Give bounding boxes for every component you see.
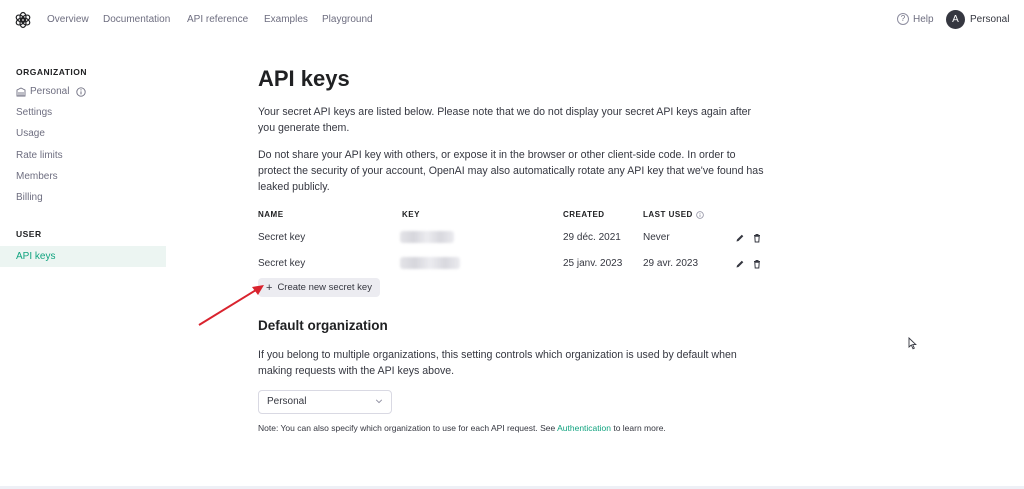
sidebar-item-api-keys[interactable]: API keys — [0, 246, 166, 267]
key-last-used: 29 avr. 2023 — [643, 258, 699, 269]
mouse-cursor-icon — [908, 337, 917, 350]
sidebar-item-rate-limits[interactable]: Rate limits — [16, 150, 63, 161]
nav-link-playground[interactable]: Playground — [322, 14, 373, 25]
pencil-icon[interactable] — [735, 259, 745, 269]
building-icon — [16, 86, 26, 96]
sidebar-item-settings[interactable]: Settings — [16, 107, 52, 118]
default-organization-title: Default organization — [258, 318, 388, 333]
default-organization-description: If you belong to multiple organizations,… — [258, 349, 737, 377]
note-prefix: Note: You can also specify which organiz… — [258, 423, 558, 433]
help-label: Help — [913, 13, 934, 25]
column-header-key: KEY — [402, 210, 420, 219]
nav-link-documentation[interactable]: Documentation — [103, 14, 170, 25]
key-created: 29 déc. 2021 — [563, 232, 621, 243]
pencil-icon[interactable] — [735, 233, 745, 243]
organization-select[interactable]: Personal — [258, 390, 392, 414]
nav-link-examples[interactable]: Examples — [264, 14, 308, 25]
key-name: Secret key — [258, 232, 306, 243]
trash-icon[interactable] — [752, 259, 762, 269]
key-name: Secret key — [258, 258, 306, 269]
help-icon: ? — [897, 13, 909, 25]
sidebar-item-billing[interactable]: Billing — [16, 192, 43, 203]
chevron-down-icon — [375, 399, 383, 404]
help-button[interactable]: ? Help — [897, 13, 934, 25]
intro-paragraph-1: Your secret API keys are listed below. P… — [258, 106, 752, 134]
column-header-name: NAME — [258, 210, 284, 219]
info-icon[interactable] — [76, 86, 87, 97]
create-secret-key-label: Create new secret key — [277, 282, 372, 293]
sidebar-item-usage[interactable]: Usage — [16, 128, 45, 139]
redacted-key — [400, 257, 460, 269]
avatar[interactable]: A — [946, 10, 965, 29]
organization-select-value: Personal — [267, 396, 307, 407]
sidebar-item-personal[interactable]: Personal — [16, 86, 87, 97]
top-navigation: Overview Documentation API reference Exa… — [0, 0, 1024, 40]
create-secret-key-button[interactable]: + Create new secret key — [258, 278, 380, 297]
note-suffix: to learn more. — [610, 423, 666, 433]
nav-link-overview[interactable]: Overview — [47, 14, 89, 25]
column-header-last-used-label: LAST USED — [643, 210, 693, 219]
sidebar-item-label: Personal — [30, 86, 70, 97]
profile-name[interactable]: Personal — [970, 14, 1009, 25]
key-last-used: Never — [643, 232, 670, 243]
column-header-created: CREATED — [563, 210, 605, 219]
column-header-last-used: LAST USED — [643, 210, 704, 219]
redacted-key — [400, 231, 454, 243]
page-title: API keys — [258, 66, 350, 91]
nav-link-api-reference[interactable]: API reference — [187, 14, 248, 25]
authentication-note: Note: You can also specify which organiz… — [258, 423, 666, 433]
sidebar-heading-user: USER — [16, 229, 42, 239]
sidebar-item-members[interactable]: Members — [16, 171, 58, 182]
key-created: 25 janv. 2023 — [563, 258, 623, 269]
openai-logo-icon[interactable] — [14, 11, 32, 29]
sidebar-heading-organization: ORGANIZATION — [16, 67, 88, 77]
authentication-link[interactable]: Authentication — [557, 423, 611, 433]
intro-paragraph-2: Do not share your API key with others, o… — [258, 149, 764, 193]
trash-icon[interactable] — [752, 233, 762, 243]
info-icon[interactable] — [696, 210, 704, 219]
